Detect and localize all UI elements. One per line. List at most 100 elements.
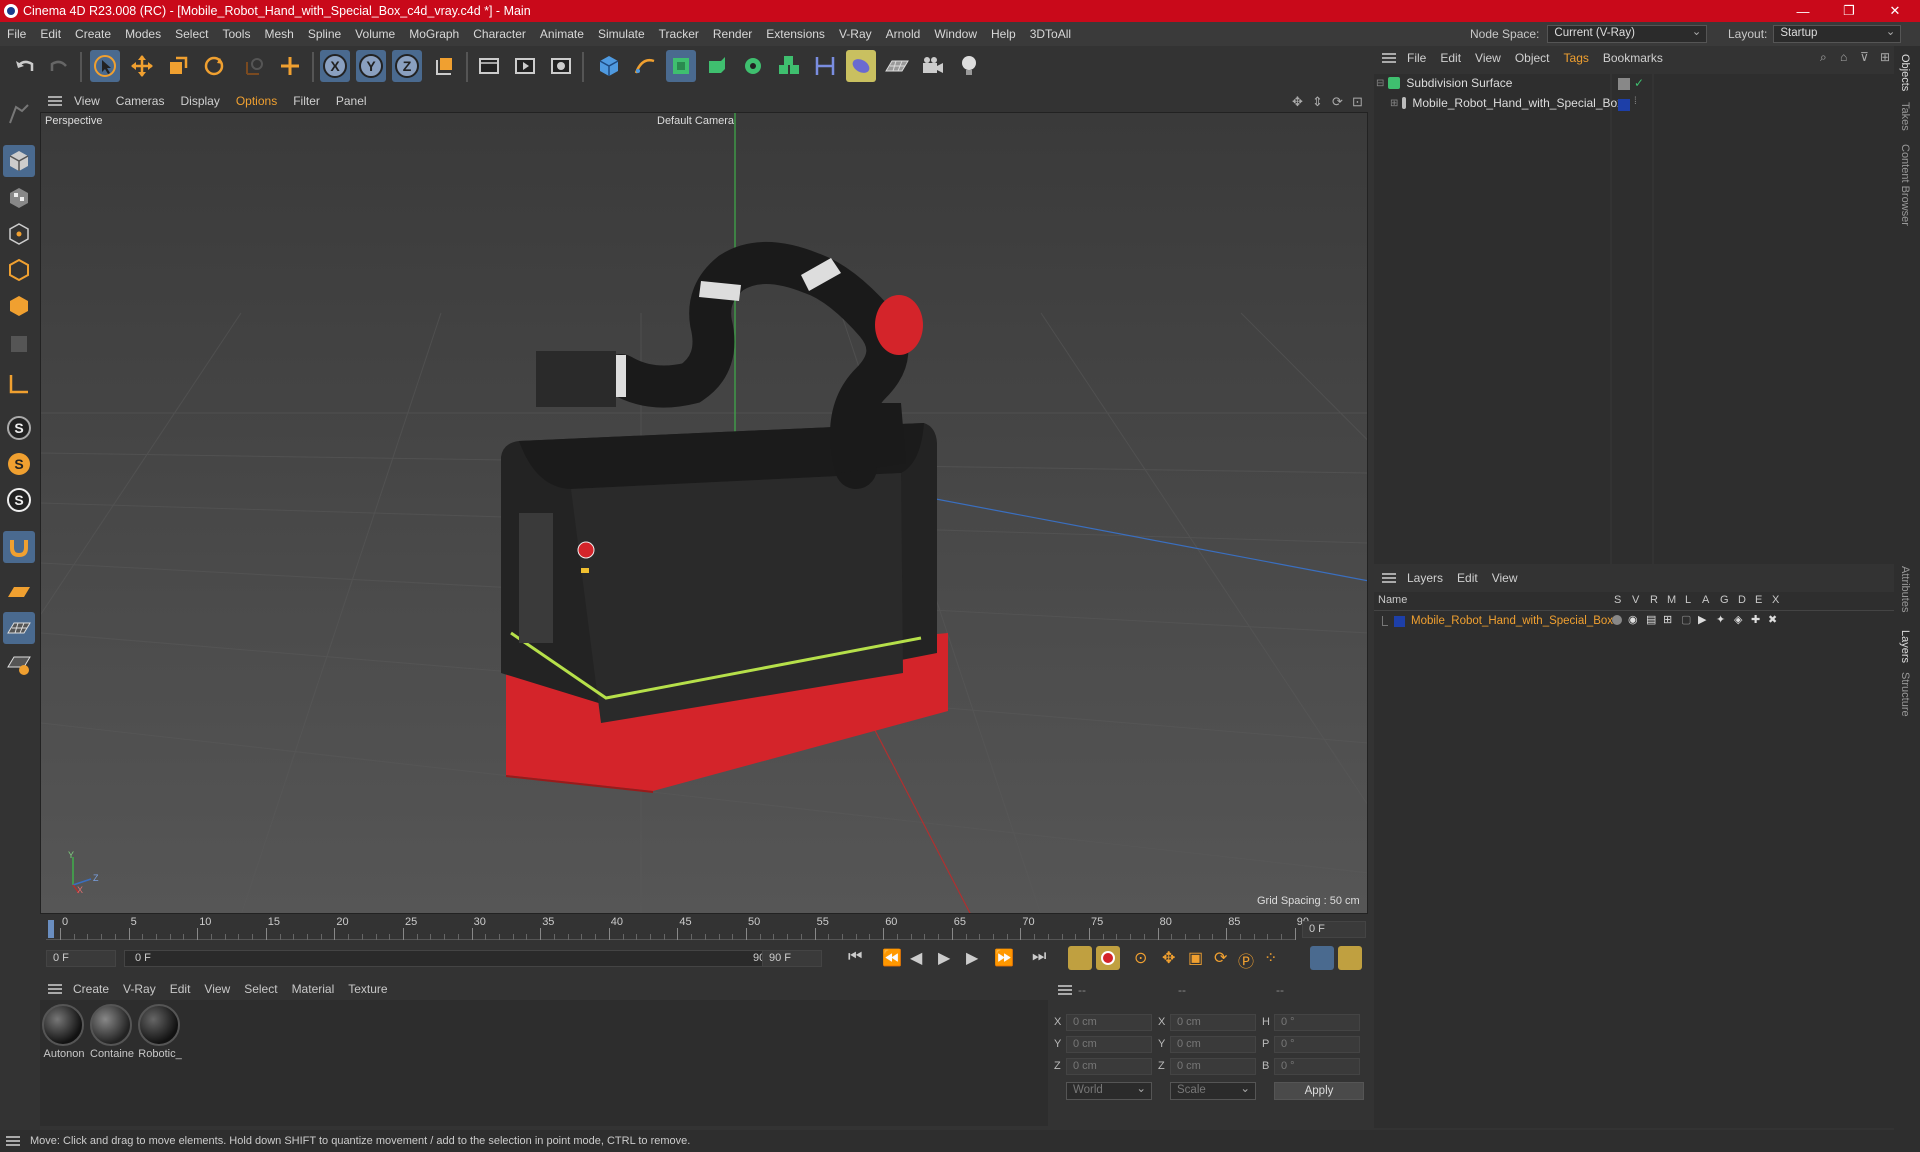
material-menu-material[interactable]: Material (285, 982, 342, 996)
object-row[interactable]: ⊟ Subdivision Surface (1376, 76, 1610, 90)
playhead[interactable] (48, 920, 54, 938)
menu-character[interactable]: Character (466, 27, 533, 41)
lock-icon[interactable]: ▢ (1681, 613, 1691, 626)
viewport-move-icon[interactable]: ✥ (1292, 94, 1303, 110)
play-icon[interactable]: ▶ (938, 948, 950, 968)
pos-x-field[interactable]: 0 cm (1066, 1014, 1152, 1031)
viewport-menu-display[interactable]: Display (172, 94, 227, 108)
z-axis-lock-icon[interactable]: Z (392, 50, 422, 82)
render-settings-icon[interactable] (546, 50, 576, 82)
node-space-dropdown[interactable]: Current (V-Ray) (1547, 24, 1708, 43)
next-frame-icon[interactable]: ▶ (966, 948, 978, 968)
move-tool-icon[interactable] (127, 50, 157, 82)
next-key-icon[interactable]: ⏩ (994, 948, 1014, 968)
layer-menu-edit[interactable]: Edit (1450, 571, 1485, 585)
goto-end-icon[interactable]: ⏭ (1032, 948, 1046, 966)
viewport-menu-filter[interactable]: Filter (285, 94, 328, 108)
rotate-tool-icon[interactable] (199, 50, 229, 82)
object-menu-view[interactable]: View (1468, 51, 1508, 65)
object-menu-icon[interactable] (1382, 53, 1396, 63)
live-selection-icon[interactable] (238, 50, 268, 82)
menu-simulate[interactable]: Simulate (591, 27, 652, 41)
grid-icon[interactable] (3, 612, 35, 644)
menu-tools[interactable]: Tools (215, 27, 257, 41)
eye-icon[interactable]: ◉ (1628, 613, 1638, 626)
key-parameter-icon[interactable]: Ⓟ (1238, 948, 1254, 972)
layout-dropdown[interactable]: Startup (1773, 24, 1902, 43)
layer-color-swatch[interactable] (1394, 615, 1405, 627)
menu-arnold[interactable]: Arnold (879, 27, 928, 41)
tab-structure[interactable]: Structure (1899, 672, 1911, 717)
visibility-dots-icon[interactable]: ⁞ (1634, 96, 1637, 107)
animation-icon[interactable]: ▶ (1698, 613, 1706, 626)
object-menu-edit[interactable]: Edit (1433, 51, 1468, 65)
camera-icon[interactable] (918, 50, 948, 82)
prev-frame-icon[interactable]: ◀ (910, 948, 922, 968)
timeline-window-icon[interactable] (1338, 946, 1362, 970)
floor-icon[interactable] (882, 50, 912, 82)
viewport-menu-view[interactable]: View (66, 94, 108, 108)
menu-mograph[interactable]: MoGraph (402, 27, 466, 41)
extrude-icon[interactable] (702, 50, 732, 82)
render-picture-viewer-icon[interactable] (510, 50, 540, 82)
size-mode-dropdown[interactable]: Scale (1170, 1081, 1256, 1100)
xref-icon[interactable]: ✖ (1768, 613, 1777, 626)
layer-col-expressions[interactable]: E (1755, 594, 1762, 606)
search-icon[interactable]: ⌕ (1820, 50, 1827, 65)
layer-col-deformers[interactable]: D (1738, 594, 1746, 606)
layer-col-render[interactable]: R (1650, 594, 1658, 606)
record-keys-icon[interactable] (1068, 946, 1092, 970)
tab-attributes[interactable]: Attributes (1899, 566, 1911, 612)
cube-icon[interactable] (594, 50, 624, 82)
object-menu-file[interactable]: File (1400, 51, 1433, 65)
end-frame-field[interactable]: 90 F (762, 950, 822, 967)
new-window-icon[interactable]: ⊞ (1880, 50, 1890, 64)
object-menu-tags[interactable]: Tags (1557, 51, 1596, 65)
layer-col-manager[interactable]: M (1667, 594, 1676, 606)
key-position-icon[interactable]: ✥ (1162, 948, 1175, 968)
key-pla-icon[interactable]: ⁘ (1264, 948, 1277, 968)
key-scale-icon[interactable]: ▣ (1188, 948, 1203, 968)
menu-tracker[interactable]: Tracker (652, 27, 706, 41)
layer-menu-icon[interactable] (1382, 573, 1396, 583)
layer-col-animation[interactable]: A (1702, 594, 1709, 606)
material-menu-edit[interactable]: Edit (163, 982, 198, 996)
layer-menu-view[interactable]: View (1485, 571, 1525, 585)
material-menu-icon[interactable] (48, 984, 62, 994)
pos-z-field[interactable]: 0 cm (1066, 1058, 1152, 1075)
layer-col-generators[interactable]: G (1720, 594, 1729, 606)
texture-mode-icon[interactable] (3, 182, 35, 214)
workplane-icon[interactable] (3, 576, 35, 608)
cloner-icon[interactable] (738, 50, 768, 82)
render-icon[interactable]: ▤ (1646, 613, 1656, 626)
menu-window[interactable]: Window (927, 27, 984, 41)
object-menu-bookmarks[interactable]: Bookmarks (1596, 51, 1670, 65)
menu-help[interactable]: Help (984, 27, 1023, 41)
points-mode-icon[interactable] (3, 218, 35, 250)
tab-layers[interactable]: Layers (1899, 630, 1911, 663)
material-menu-texture[interactable]: Texture (341, 982, 394, 996)
material-item[interactable]: Autonon (42, 1004, 86, 1060)
layer-col-solo[interactable]: S (1614, 594, 1621, 606)
editor-visibility-icon[interactable] (1618, 78, 1630, 90)
edges-mode-icon[interactable] (3, 254, 35, 286)
generator-icon[interactable]: ✦ (1716, 613, 1725, 626)
filter-icon[interactable]: ⊽ (1860, 50, 1869, 64)
environment-icon[interactable] (846, 50, 876, 82)
layer-col-xref[interactable]: X (1772, 594, 1779, 606)
menu-vray[interactable]: V-Ray (832, 27, 879, 41)
viewport-menu-icon[interactable] (48, 96, 62, 106)
light-icon[interactable] (954, 50, 984, 82)
object-row[interactable]: ⊞ Mobile_Robot_Hand_with_Special_Box (1390, 96, 1623, 110)
uv-mode-icon[interactable] (3, 328, 35, 360)
coordinates-menu-icon[interactable] (1058, 985, 1072, 995)
menu-select[interactable]: Select (168, 27, 215, 41)
layer-menu-layers[interactable]: Layers (1400, 571, 1450, 585)
menu-mesh[interactable]: Mesh (257, 27, 300, 41)
workplane-lock-icon[interactable] (3, 648, 35, 680)
viewport-menu-panel[interactable]: Panel (328, 94, 375, 108)
menu-extensions[interactable]: Extensions (759, 27, 832, 41)
axis-mode-icon[interactable] (3, 368, 35, 400)
viewport-menu-cameras[interactable]: Cameras (108, 94, 173, 108)
3d-viewport[interactable]: Perspective Default Camera Grid Spacing … (40, 112, 1368, 914)
